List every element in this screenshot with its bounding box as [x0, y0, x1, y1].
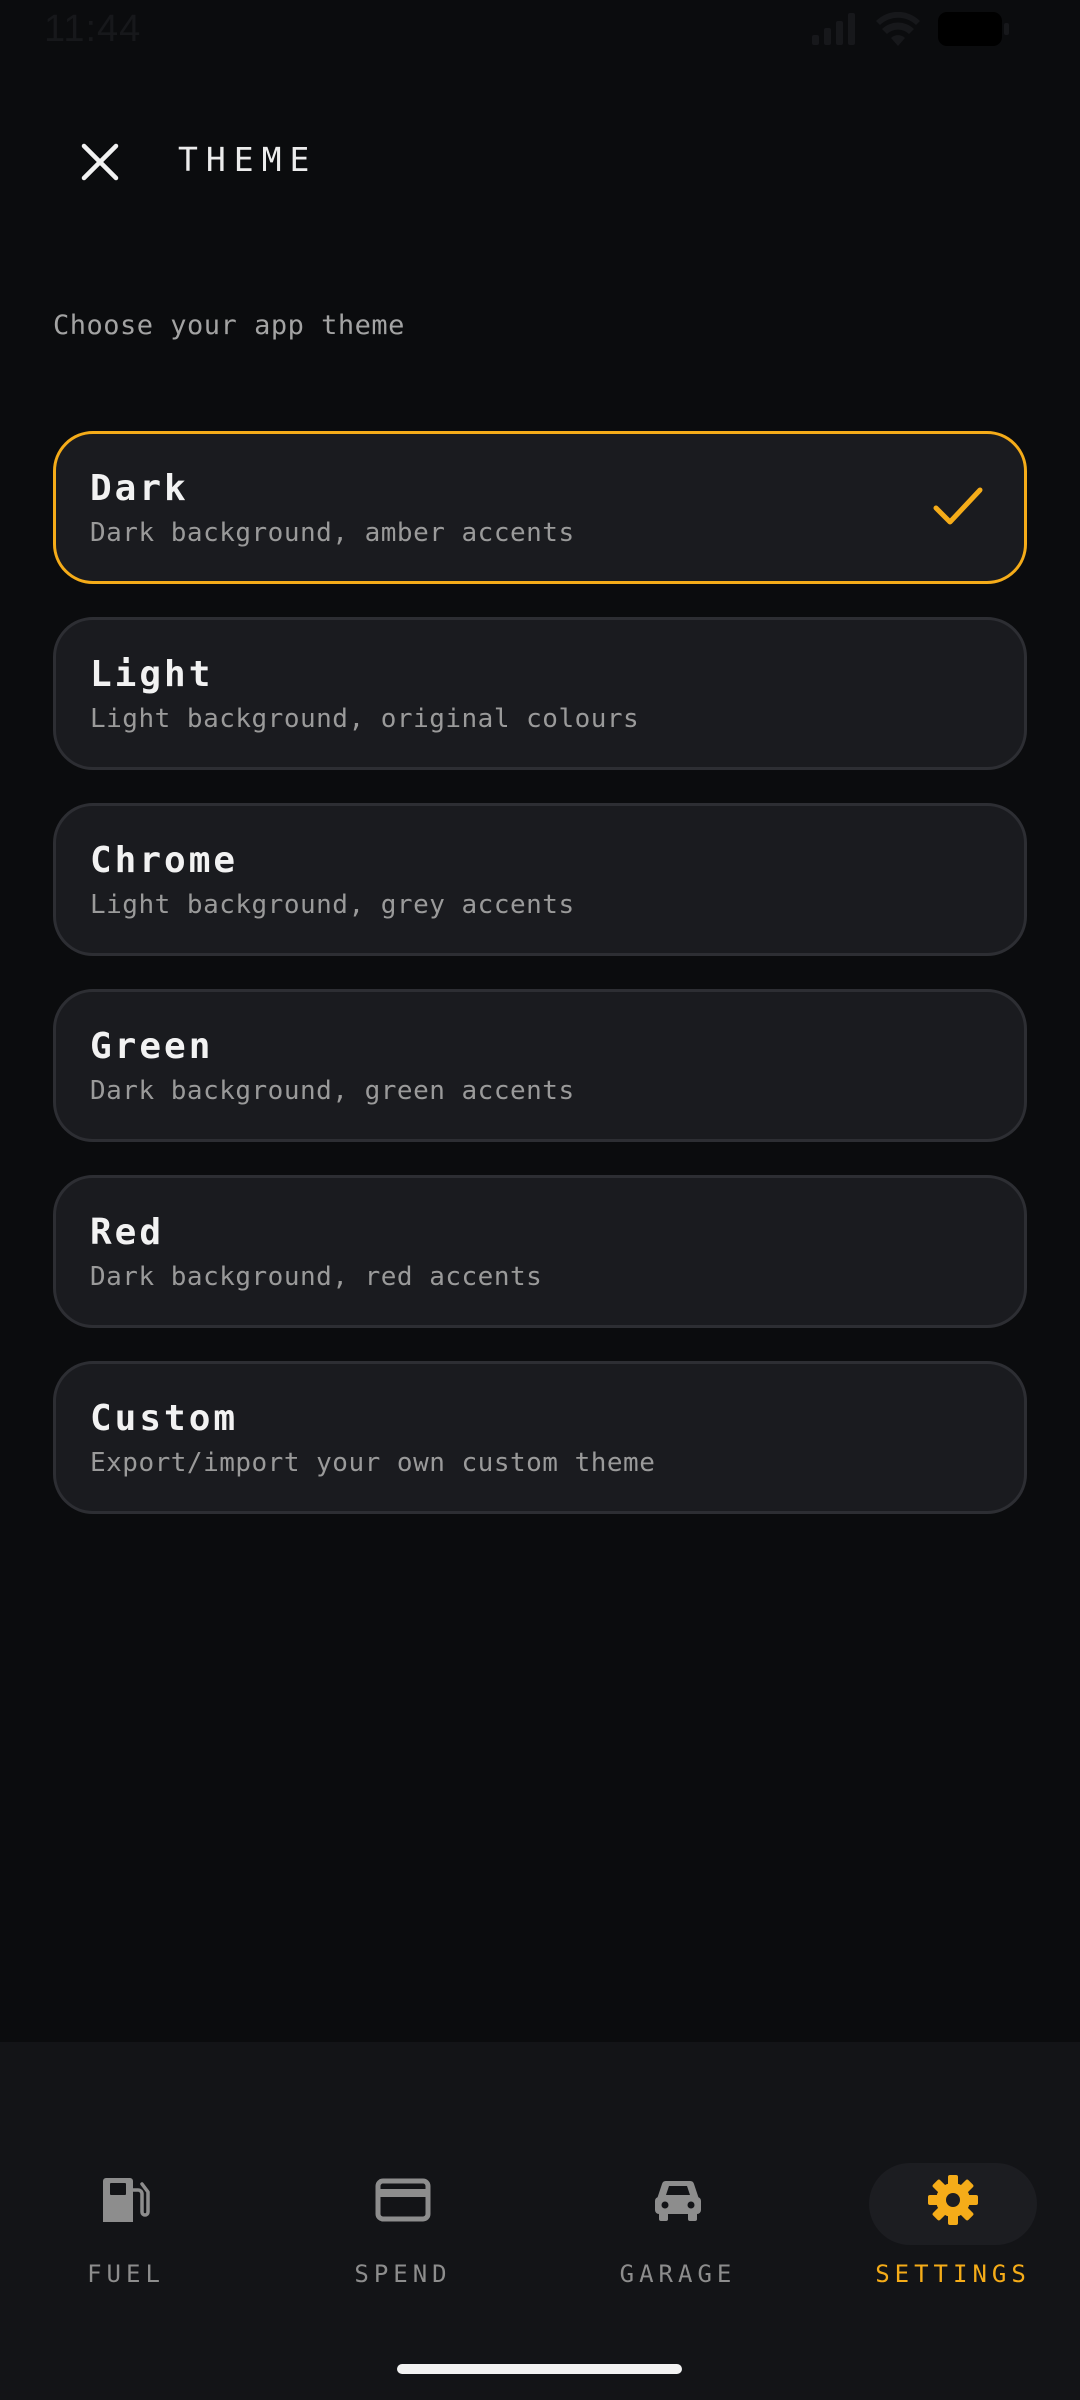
theme-description: Export/import your own custom theme [90, 1448, 656, 1478]
nav-label-settings: SETTINGS [875, 2260, 1031, 2288]
bottom-nav: FUEL SPEND GARAGE SETTINGS [0, 2042, 1080, 2400]
nav-label-fuel: FUEL [87, 2260, 165, 2288]
gear-icon [928, 2175, 978, 2225]
signal-icon [812, 13, 855, 45]
theme-option-custom[interactable]: Custom Export/import your own custom the… [53, 1361, 1027, 1514]
nav-item-garage[interactable]: GARAGE [558, 2170, 798, 2330]
theme-name: Dark [90, 468, 189, 509]
theme-description: Light background, grey accents [90, 890, 575, 920]
theme-option-light[interactable]: Light Light background, original colours [53, 617, 1027, 770]
theme-description: Dark background, red accents [90, 1262, 543, 1292]
theme-option-red[interactable]: Red Dark background, red accents [53, 1175, 1027, 1328]
status-icons [812, 12, 1010, 46]
credit-card-icon [375, 2178, 431, 2222]
close-icon [81, 143, 119, 181]
theme-name: Green [90, 1026, 214, 1067]
check-icon [933, 487, 983, 525]
theme-option-green[interactable]: Green Dark background, green accents [53, 989, 1027, 1142]
nav-item-fuel[interactable]: FUEL [6, 2170, 246, 2330]
page-title: THEME [178, 140, 318, 179]
theme-subtitle: Choose your app theme [53, 310, 405, 341]
wifi-icon [876, 12, 920, 46]
header: THEME [0, 120, 1080, 210]
fuel-pump-icon [103, 2178, 150, 2222]
theme-option-dark[interactable]: Dark Dark background, amber accents [53, 431, 1027, 584]
close-button[interactable] [60, 122, 140, 202]
theme-description: Light background, original colours [90, 704, 640, 734]
car-icon [655, 2180, 701, 2221]
nav-label-garage: GARAGE [619, 2260, 737, 2288]
theme-name: Chrome [90, 840, 239, 881]
home-indicator[interactable] [397, 2364, 682, 2374]
theme-name: Custom [90, 1398, 239, 1439]
theme-description: Dark background, green accents [90, 1076, 575, 1106]
theme-list: Dark Dark background, amber accents Ligh… [53, 431, 1027, 1547]
status-bar: 11:44 [0, 0, 1080, 60]
nav-item-settings[interactable]: SETTINGS [833, 2170, 1073, 2330]
theme-name: Red [90, 1212, 165, 1253]
theme-option-chrome[interactable]: Chrome Light background, grey accents [53, 803, 1027, 956]
nav-item-spend[interactable]: SPEND [283, 2170, 523, 2330]
status-time: 11:44 [44, 8, 142, 50]
theme-description: Dark background, amber accents [90, 518, 575, 548]
nav-label-spend: SPEND [354, 2260, 452, 2288]
battery-icon [938, 12, 1009, 46]
theme-name: Light [90, 654, 214, 695]
